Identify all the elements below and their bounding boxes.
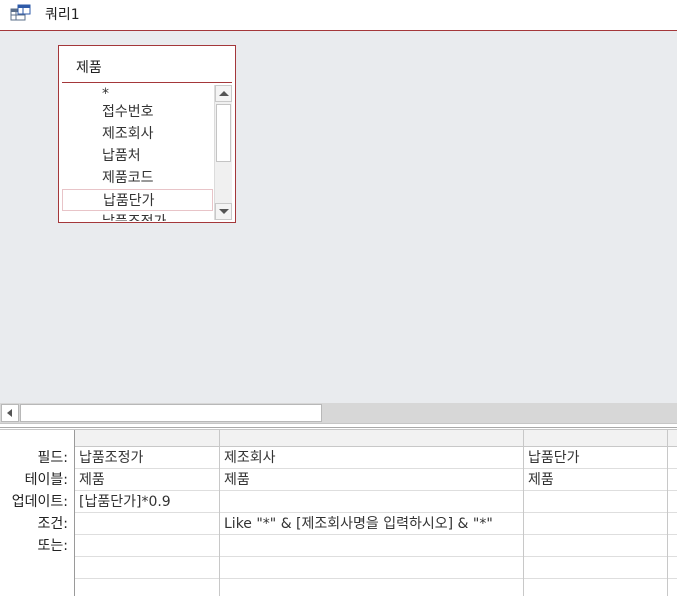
field-list-scrollbar[interactable]	[214, 85, 232, 220]
arrow-up-icon	[219, 91, 229, 96]
query-icon	[10, 3, 32, 23]
criteria-cell[interactable]	[668, 513, 677, 535]
empty-cell[interactable]	[524, 557, 667, 579]
criteria-cell[interactable]: Like "*" & [제조회사명을 입력하시오] & "*"	[220, 513, 523, 535]
field-cell[interactable]: 제조회사	[220, 447, 523, 469]
field-item[interactable]: 접수번호	[62, 101, 213, 123]
criteria-cell[interactable]	[75, 513, 219, 535]
field-item[interactable]: 제조회사	[62, 123, 213, 145]
table-field-list-header[interactable]: 제품	[62, 50, 232, 83]
grid-row-labels: 필드: 테이블: 업데이트: 조건: 또는:	[0, 447, 74, 557]
scroll-left-button[interactable]	[1, 404, 19, 422]
table-cell[interactable]	[668, 469, 677, 491]
grid-column[interactable]: 납품조정가 제품 [납품단가]*0.9	[75, 430, 220, 596]
arrow-left-icon	[7, 409, 12, 417]
table-cell[interactable]: 제품	[75, 469, 219, 491]
field-item-all[interactable]: *	[62, 85, 213, 101]
empty-cell[interactable]	[220, 557, 523, 579]
table-cell[interactable]: 제품	[220, 469, 523, 491]
row-label-table: 테이블:	[24, 472, 68, 488]
criteria-cell[interactable]	[524, 513, 667, 535]
row-label-criteria: 조건:	[37, 516, 68, 532]
row-label-update: 업데이트:	[11, 494, 68, 510]
horizontal-scroll-thumb[interactable]	[20, 404, 322, 422]
table-name: 제품	[76, 60, 102, 76]
update-cell[interactable]: [납품단가]*0.9	[75, 491, 219, 513]
grid-column[interactable]: 납품단가 제품	[524, 430, 668, 596]
field-cell[interactable]: 납품단가	[524, 447, 667, 469]
row-label-field: 필드:	[37, 450, 68, 466]
query-design-surface[interactable]: 제품 * 접수번호 제조회사 납품처 제품코드 납품단가 납품조정가	[0, 31, 677, 403]
field-list[interactable]: * 접수번호 제조회사 납품처 제품코드 납품단가 납품조정가	[62, 85, 213, 221]
splitter-line	[0, 427, 677, 428]
empty-cell[interactable]	[75, 557, 219, 579]
field-cell[interactable]	[668, 447, 677, 469]
query-design-grid: 필드: 테이블: 업데이트: 조건: 또는: 납품조정가 제품 [납품단가]*0…	[0, 430, 677, 596]
query-tab-header[interactable]: 쿼리1	[0, 0, 677, 31]
grid-columns: 납품조정가 제품 [납품단가]*0.9 제조회사 제품 Like "*" & […	[74, 430, 677, 596]
scroll-thumb[interactable]	[216, 104, 231, 162]
or-cell[interactable]	[668, 535, 677, 557]
update-cell[interactable]	[668, 491, 677, 513]
arrow-down-icon	[219, 209, 229, 214]
field-item[interactable]: 납품처	[62, 145, 213, 167]
field-item[interactable]: 납품조정가	[62, 211, 213, 221]
row-label-or: 또는:	[37, 538, 68, 554]
scroll-up-button[interactable]	[215, 85, 232, 102]
field-item-selected[interactable]: 납품단가	[62, 189, 213, 211]
or-cell[interactable]	[524, 535, 667, 557]
field-cell[interactable]: 납품조정가	[75, 447, 219, 469]
table-field-list[interactable]: 제품 * 접수번호 제조회사 납품처 제품코드 납품단가 납품조정가	[58, 45, 236, 223]
pane-splitter[interactable]	[0, 423, 677, 430]
grid-column[interactable]	[668, 430, 677, 596]
field-item[interactable]: 제품코드	[62, 167, 213, 189]
design-horizontal-scrollbar[interactable]	[0, 403, 677, 423]
or-cell[interactable]	[220, 535, 523, 557]
scroll-down-button[interactable]	[215, 203, 232, 220]
update-cell[interactable]	[524, 491, 667, 513]
table-cell[interactable]: 제품	[524, 469, 667, 491]
or-cell[interactable]	[75, 535, 219, 557]
query-title: 쿼리1	[45, 7, 80, 23]
empty-cell[interactable]	[668, 557, 677, 579]
grid-column[interactable]: 제조회사 제품 Like "*" & [제조회사명을 입력하시오] & "*"	[220, 430, 524, 596]
update-cell[interactable]	[220, 491, 523, 513]
